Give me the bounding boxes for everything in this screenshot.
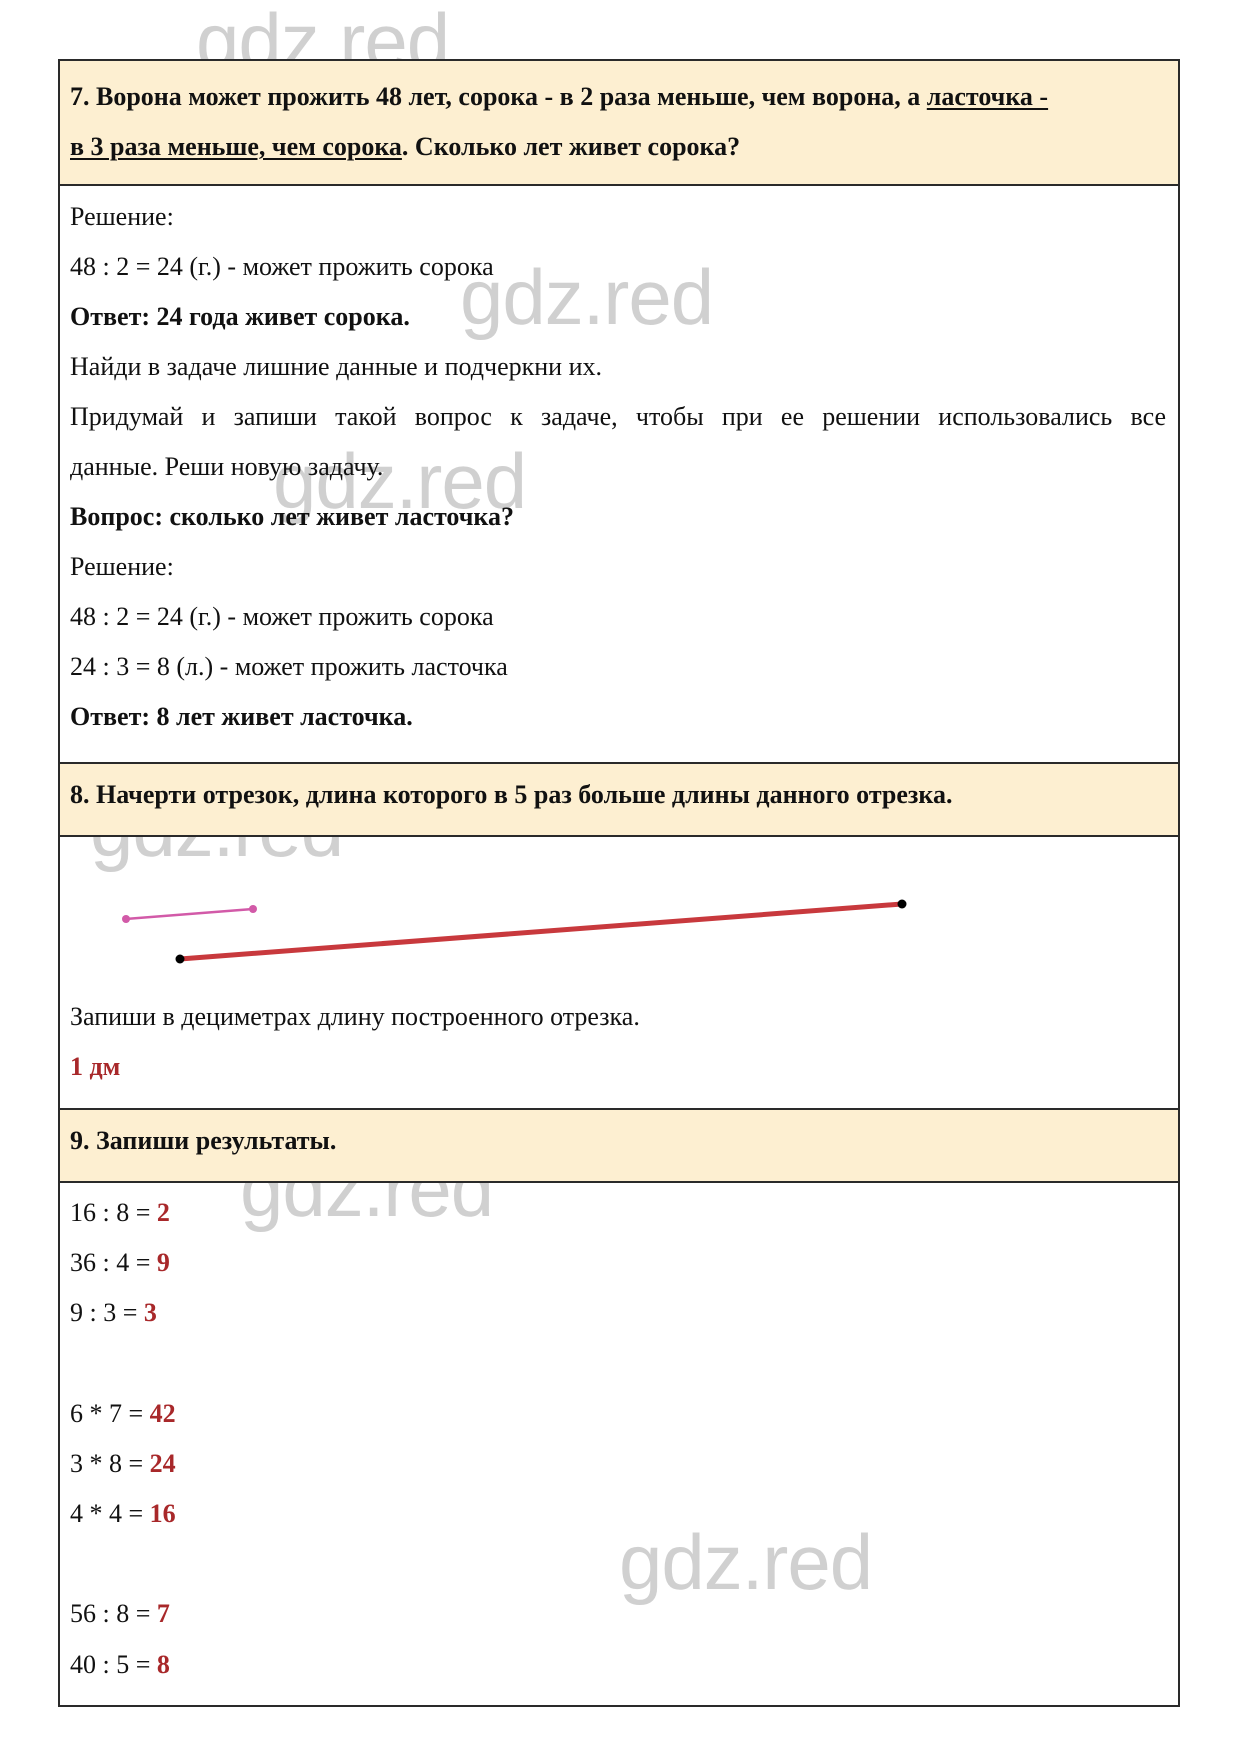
expression: 40 : 5 = [70,1650,157,1679]
drawn-segment-endpoint [175,954,185,964]
result: 8 [156,1650,170,1679]
equation: 4 * 4 = 16 [70,1499,1166,1529]
equation: 36 : 4 = 9 [70,1248,1166,1278]
expression: 9 : 3 = [70,1298,144,1327]
result: 3 [143,1298,157,1327]
expression: 36 : 4 = [70,1248,157,1277]
expression: 16 : 8 = [70,1198,157,1227]
equation: 6 * 7 = 42 [70,1399,1166,1429]
drawn-segment-endpoint [897,899,907,909]
given-segment-endpoint [249,905,257,913]
task9-header: 9. Запиши результаты. [60,1108,1178,1183]
equation: 56 : 8 = 7 [70,1599,1166,1629]
result: 16 [149,1499,176,1528]
equation: 9 : 3 = 3 [70,1298,1166,1328]
expression: 56 : 8 = [70,1599,157,1628]
given-segment [124,907,255,921]
task9-question: 9. Запиши результаты. [70,1126,337,1155]
expression: 4 * 4 = [70,1499,150,1528]
result: 2 [156,1198,170,1227]
equation: 16 : 8 = 2 [70,1198,1166,1228]
equation: 3 * 8 = 24 [70,1449,1166,1479]
result: 7 [156,1599,170,1628]
expression: 6 * 7 = [70,1399,150,1428]
answer-value: 1 дм [70,1052,121,1081]
equation: 40 : 5 = 8 [70,1650,1166,1680]
drawn-segment [177,901,905,962]
result: 24 [149,1449,176,1478]
instruction-text: Запиши в дециметрах длину построенного о… [70,1002,640,1031]
result: 9 [156,1248,170,1277]
result: 42 [149,1399,176,1428]
answers-table: 7. Ворона может прожить 48 лет, сорока -… [58,59,1180,1707]
given-segment-endpoint [122,915,130,923]
expression: 3 * 8 = [70,1449,150,1478]
